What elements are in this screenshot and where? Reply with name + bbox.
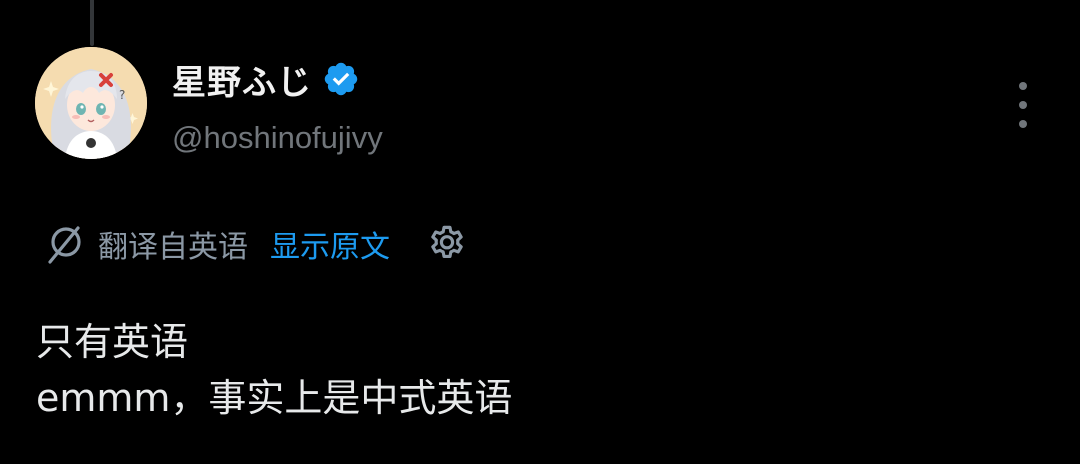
display-name[interactable]: 星野ふじ	[172, 55, 312, 104]
thread-connector-line	[90, 0, 94, 46]
more-options-icon[interactable]	[1008, 82, 1038, 128]
tweet-card: ? 星野ふじ @hoshinofujivy 翻译自英语 显示原文 只有英语 em…	[0, 0, 1080, 464]
tweet-line: emmm，事实上是中式英语	[36, 376, 513, 420]
translation-bar: 翻译自英语 显示原文	[44, 218, 468, 270]
svg-text:?: ?	[119, 88, 125, 102]
user-handle[interactable]: @hoshinofujivy	[172, 120, 383, 156]
tweet-line: 只有英语	[36, 320, 189, 364]
anime-girl-avatar-icon: ?	[35, 47, 147, 159]
author-name-row[interactable]: 星野ふじ	[172, 55, 360, 104]
verified-badge-icon	[322, 60, 360, 98]
translate-icon	[44, 222, 84, 266]
gear-icon[interactable]	[426, 223, 468, 265]
translated-from-label: 翻译自英语	[98, 230, 248, 265]
tweet-body: 只有英语 emmm，事实上是中式英语	[36, 314, 512, 426]
show-original-link[interactable]: 显示原文	[270, 222, 390, 266]
avatar[interactable]: ?	[35, 47, 147, 159]
